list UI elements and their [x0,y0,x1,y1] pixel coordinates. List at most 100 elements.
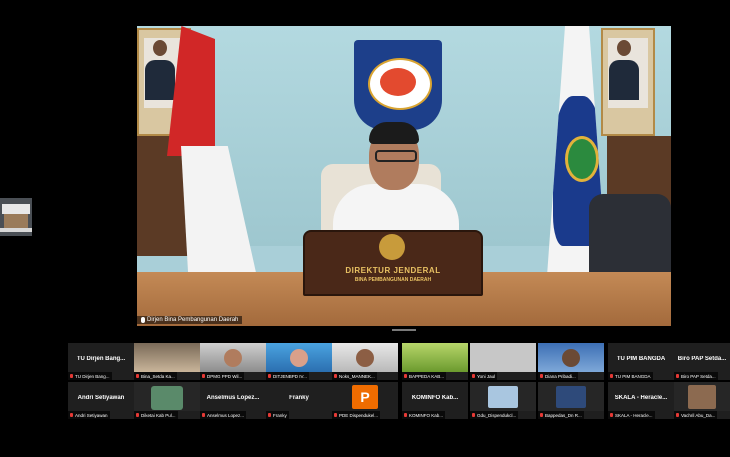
participant-video [538,343,604,372]
side-participant-thumbnail[interactable] [0,198,32,236]
participant-label: Andri Setiyawan [68,411,110,419]
building-roof [2,204,30,214]
thumb-ground [0,228,32,232]
participant-tile[interactable]: Yoni Jaul [470,343,536,380]
participant-label: Bina_Setda Ka... [134,372,177,380]
speaker-name: Dirjen Bina Pembangunan Daerah [147,317,239,323]
participant-tile[interactable]: Noks_MANNEK... [332,343,398,380]
portrait-right [601,28,655,136]
participant-label: PDE Dispendukel... [332,411,381,419]
participant-tile[interactable]: KOMINFO Kab... KOMINFO Kab... [402,382,468,419]
participant-label: Vachril Abu_Da... [674,411,718,419]
participant-avatar: P [352,385,378,409]
mic-muted-icon [610,413,613,417]
participant-label: Noks_MANNEK... [332,372,377,380]
participant-video [674,382,730,411]
participant-title: Andri Setiyawan [77,395,125,401]
participant-tile[interactable]: Anselmus Lopez... Anselmus Lopez... [200,382,266,419]
participant-tile[interactable]: TU Dirjen Bang... TU Dirjen Bang... [68,343,134,380]
participant-video [134,343,200,372]
ministry-emblem [354,40,442,130]
participant-label: Franky [266,411,289,419]
building-base [4,214,28,228]
participant-photo [488,386,518,408]
participant-label: Anselmus Lopez... [200,411,247,419]
participant-video [470,382,536,411]
participant-tile[interactable]: P PDE Dispendukel... [332,382,398,419]
participant-video [470,343,536,372]
speaker-hair [369,122,419,144]
participant-label: DITJENBPD IV... [266,372,309,380]
nameplate-crest [379,234,405,260]
participant-tile[interactable]: SKALA - Heracle... SKALA - Heracle... [608,382,674,419]
participant-video [134,382,200,411]
participant-title: Biro PAP Setda... [677,356,727,362]
mic-muted-icon [404,413,407,417]
participant-face [562,349,580,367]
participant-face [224,349,242,367]
participant-label: Bappedas_Dn R... [538,411,584,419]
participant-tile[interactable]: Diana Pribadi... [538,343,604,380]
participant-tile[interactable]: Biro PAP Setda... Biro PAP Setda... [674,343,730,380]
participant-photo [556,386,586,408]
participant-face [290,349,308,367]
main-speaker-video[interactable]: DIREKTUR JENDERAL BINA PEMBANGUNAN DAERA… [137,26,671,326]
mic-muted-icon [540,374,543,378]
participant-tile[interactable]: Diketai Kab Pul... [134,382,200,419]
participant-title: TU PIM BANGDA [616,356,666,362]
nameplate-line2: BINA PEMBANGUNAN DAERAH [354,277,432,283]
participant-tile[interactable]: BAPPEDA KAB... [402,343,468,380]
resize-handle[interactable] [392,329,416,331]
participant-tile[interactable]: DPMG PPD Wil... [200,343,266,380]
participant-video [402,343,468,372]
desk-nameplate: DIREKTUR JENDERAL BINA PEMBANGUNAN DAERA… [303,230,483,296]
mic-muted-icon [472,413,475,417]
mic-muted-icon [404,374,407,378]
participant-label: Diana Pribadi... [538,372,578,380]
microphone-icon [141,317,145,323]
participant-label: Yoni Jaul [470,372,498,380]
mic-muted-icon [70,413,73,417]
participant-photo [688,385,716,409]
participant-title: SKALA - Heracle... [614,395,668,401]
mic-muted-icon [540,413,543,417]
participant-tile[interactable]: Bina_Setda Ka... [134,343,200,380]
mic-muted-icon [268,374,271,378]
participant-tile[interactable]: DITJENBPD IV... [266,343,332,380]
mic-muted-icon [610,374,613,378]
participant-title: KOMINFO Kab... [411,395,459,401]
participant-label: TU PIM BANGDA [608,372,653,380]
participant-label: KOMINFO Kab... [402,411,446,419]
participant-photo [151,386,183,410]
participant-label: SKALA - Heracle... [608,411,655,419]
participant-video [332,343,398,372]
participant-label: Gdu_Dispendukcl... [470,411,519,419]
participant-video [538,382,604,411]
participant-gallery: TU Dirjen Bang... TU Dirjen Bang... Bina… [68,343,730,419]
mic-muted-icon [202,374,205,378]
participant-title: Anselmus Lopez... [206,395,260,401]
participant-tile[interactable]: Bappedas_Dn R... [538,382,604,419]
speaker-name-tag: Dirjen Bina Pembangunan Daerah [137,316,243,324]
participant-tile[interactable]: Gdu_Dispendukcl... [470,382,536,419]
mic-muted-icon [136,374,139,378]
mic-muted-icon [70,374,73,378]
mic-muted-icon [334,374,337,378]
mic-muted-icon [676,413,679,417]
participant-tile[interactable]: Andri Setiyawan Andri Setiyawan [68,382,134,419]
participant-label: TU Dirjen Bang... [68,372,112,380]
speaker-glasses [375,150,417,162]
participant-title: TU Dirjen Bang... [76,356,126,362]
participant-video [200,343,266,372]
participant-face [356,349,374,367]
participant-tile[interactable]: Vachril Abu_Da... [674,382,730,419]
participant-tile[interactable]: Franky Franky [266,382,332,419]
mic-muted-icon [334,413,337,417]
participant-title: Franky [289,395,309,401]
participant-label: Diketai Kab Pul... [134,411,178,419]
mic-muted-icon [268,413,271,417]
mic-muted-icon [676,374,679,378]
participant-tile[interactable]: TU PIM BANGDA TU PIM BANGDA [608,343,674,380]
mic-muted-icon [202,413,205,417]
participant-video [266,343,332,372]
